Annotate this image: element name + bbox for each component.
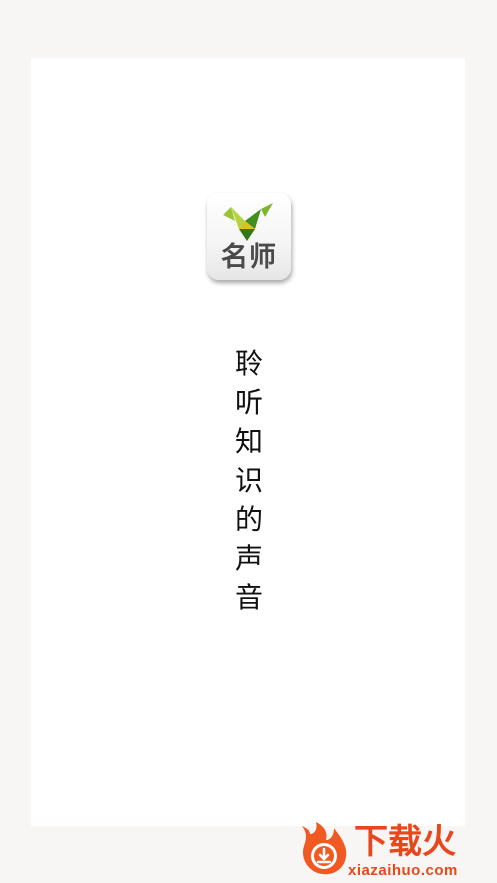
slogan-text: 聆听知识的声音: [234, 347, 263, 614]
watermark-title: 下载火: [354, 822, 456, 862]
app-icon-label: 名师: [221, 242, 277, 273]
watermark-url: xiazaihuo.com: [348, 862, 458, 879]
watermark: 下载火 xiazaihuo.com: [292, 818, 497, 883]
origami-bird-icon: [223, 203, 273, 241]
flame-download-icon: [302, 822, 347, 875]
app-logo: 名师: [207, 193, 291, 280]
